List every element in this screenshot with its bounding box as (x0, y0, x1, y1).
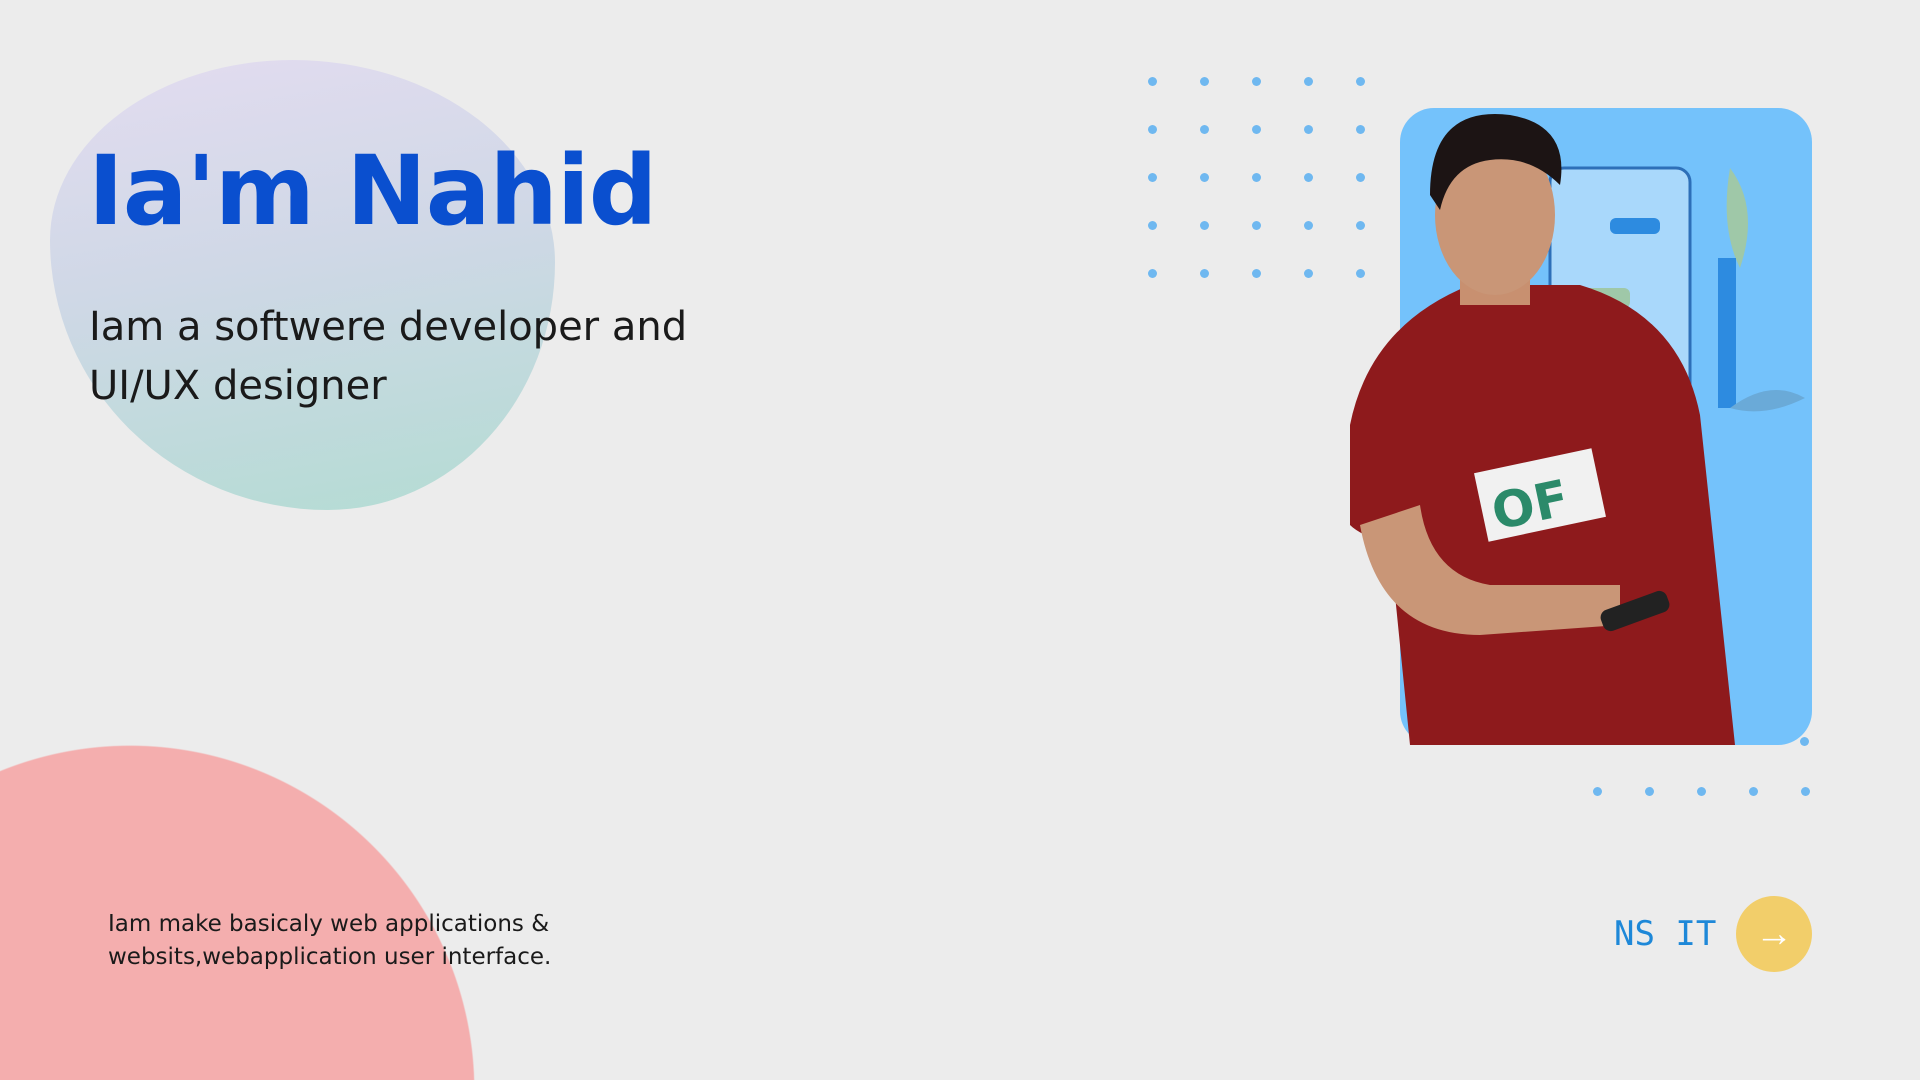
profile-photo: OF (1350, 114, 1735, 745)
decorative-gradient-blob (50, 60, 555, 510)
description: Iam make basicaly web applications & web… (108, 911, 552, 970)
page-title: Ia'm Nahid (88, 135, 657, 247)
arrow-right-icon: → (1755, 912, 1793, 955)
brand-logo-text[interactable]: NS IT (1614, 914, 1716, 954)
dot-row-decoration (1593, 787, 1810, 796)
next-button[interactable]: → (1736, 896, 1812, 972)
subtitle: Iam a softwere developer and UI/UX desig… (89, 304, 688, 409)
